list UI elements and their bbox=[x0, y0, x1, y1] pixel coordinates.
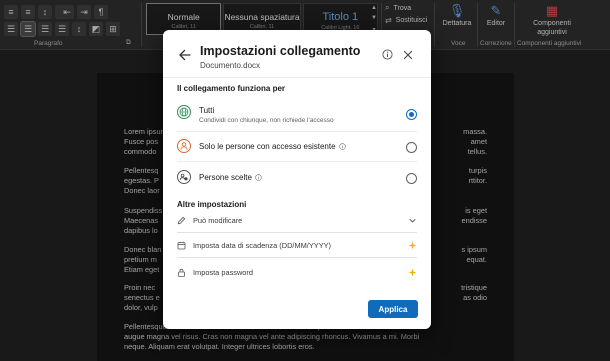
premium-sparkle-icon bbox=[408, 268, 417, 277]
people-icon bbox=[177, 170, 191, 184]
radio-everyone-selected[interactable] bbox=[406, 109, 417, 120]
info-icon[interactable] bbox=[255, 174, 262, 181]
section-other-settings: Altre impostazioni bbox=[177, 200, 247, 209]
expiration-date-field[interactable]: Imposta data di scadenza (DD/MM/YYYY) bbox=[177, 236, 417, 258]
permission-dropdown-value: Può modificare bbox=[193, 216, 243, 225]
option-everyone-description: Condividi con chiunque, non richiede l'a… bbox=[199, 117, 334, 124]
premium-sparkle-icon bbox=[408, 241, 417, 250]
radio-existing-access[interactable] bbox=[406, 142, 417, 153]
apply-button[interactable]: Applica bbox=[368, 300, 418, 318]
close-icon[interactable] bbox=[403, 50, 413, 60]
lock-icon bbox=[178, 268, 185, 277]
option-everyone[interactable]: Tutti Condividi con chiunque, non richie… bbox=[163, 101, 431, 131]
header-divider bbox=[163, 77, 431, 78]
radio-specific-people[interactable] bbox=[406, 173, 417, 184]
field-underline bbox=[177, 257, 417, 258]
pencil-icon bbox=[177, 216, 186, 225]
option-specific-people-text: Persone scelte bbox=[199, 173, 252, 182]
option-everyone-label: Tutti bbox=[199, 106, 215, 115]
option-specific-people[interactable]: Persone scelte bbox=[163, 162, 431, 192]
field-underline bbox=[177, 232, 417, 233]
globe-icon bbox=[177, 105, 191, 119]
calendar-icon bbox=[177, 241, 186, 250]
dialog-title: Impostazioni collegamento bbox=[200, 44, 361, 58]
person-icon bbox=[177, 139, 191, 153]
section-link-works-for: Il collegamento funziona per bbox=[177, 84, 286, 93]
password-field[interactable]: Imposta password bbox=[177, 263, 417, 285]
info-icon[interactable] bbox=[382, 49, 393, 60]
expiration-date-placeholder: Imposta data di scadenza (DD/MM/YYYY) bbox=[193, 241, 332, 250]
password-placeholder: Imposta password bbox=[193, 268, 253, 277]
dialog-filename: Documento.docx bbox=[200, 61, 261, 70]
chevron-down-icon bbox=[409, 219, 416, 223]
permission-dropdown[interactable]: Può modificare bbox=[177, 211, 417, 233]
option-existing-access-label: Solo le persone con accesso esistente bbox=[199, 142, 346, 151]
link-settings-dialog: Impostazioni collegamento Documento.docx… bbox=[163, 30, 431, 329]
option-specific-people-label: Persone scelte bbox=[199, 173, 262, 182]
info-icon[interactable] bbox=[338, 143, 346, 150]
back-arrow-icon[interactable] bbox=[178, 48, 192, 62]
option-existing-access[interactable]: Solo le persone con accesso esistente bbox=[163, 132, 431, 162]
option-existing-access-text: Solo le persone con accesso esistente bbox=[199, 142, 336, 151]
